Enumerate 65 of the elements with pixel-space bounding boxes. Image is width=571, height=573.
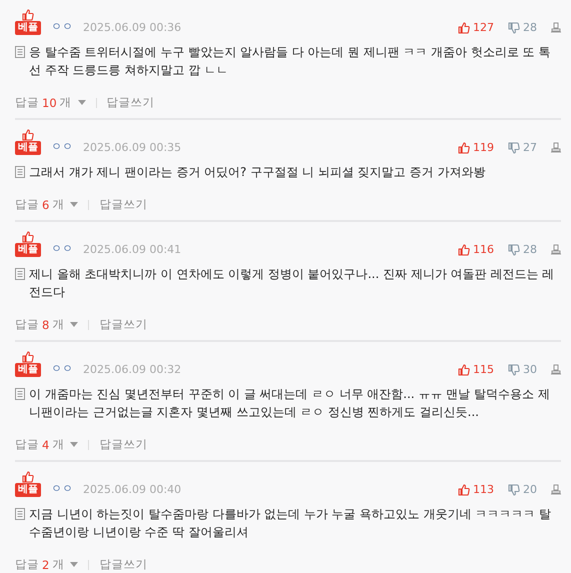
comment-date: 2025.06.09 00:40 (83, 483, 182, 496)
document-icon (15, 46, 25, 58)
dislike-button[interactable]: 28 (508, 21, 537, 34)
thumbs-down-icon (508, 22, 520, 34)
author-name[interactable]: ㅇㅇ (51, 361, 73, 376)
thumbs-up-icon (22, 351, 34, 363)
author-name[interactable]: ㅇㅇ (51, 139, 73, 154)
dislike-button[interactable]: 27 (508, 141, 537, 154)
thumbs-up-icon (458, 22, 470, 34)
document-icon (15, 268, 25, 280)
best-badge: 베플 (15, 21, 41, 35)
best-badge: 베플 (15, 363, 41, 377)
write-reply-button[interactable]: 답글쓰기 (99, 557, 148, 572)
like-button[interactable]: 127 (458, 21, 494, 34)
thumbs-up-icon (22, 471, 34, 483)
author-name[interactable]: ㅇㅇ (51, 241, 73, 256)
like-button[interactable]: 115 (458, 363, 494, 376)
write-reply-button[interactable]: 답글쓰기 (99, 197, 148, 212)
write-reply-button[interactable]: 답글쓰기 (99, 437, 148, 452)
comment-text: 제니 올해 초대박치니까 이 연차에도 이렇게 정병이 붙어있구나... 진짜 제니가 여돌판 레전드는 레전드다 (29, 266, 556, 301)
replies-toggle[interactable]: 답글 10 개 (15, 95, 86, 110)
like-button[interactable]: 113 (458, 483, 494, 496)
thumbs-down-icon (508, 484, 520, 496)
replies-toggle[interactable]: 답글 4 개 (15, 437, 78, 452)
write-reply-button[interactable]: 답글쓰기 (99, 317, 148, 332)
thumbs-up-icon (458, 484, 470, 496)
caret-icon (78, 100, 86, 105)
caret-icon (70, 322, 78, 327)
thumbs-up-icon (458, 142, 470, 154)
like-button[interactable]: 116 (458, 243, 494, 256)
dislike-button[interactable]: 20 (508, 483, 537, 496)
comment-date: 2025.06.09 00:32 (83, 363, 182, 376)
dislike-button[interactable]: 28 (508, 243, 537, 256)
like-button[interactable]: 119 (458, 141, 494, 154)
best-badge: 베플 (15, 243, 41, 257)
write-reply-button[interactable]: 답글쓰기 (106, 95, 155, 110)
author-name[interactable]: ㅇㅇ (51, 19, 73, 34)
comment-text: 지금 니년이 하는짓이 탈수줌마랑 다를바가 없는데 누가 누굴 욕하고있노 개웃기네 ㅋㅋㅋㅋㅋ 탈수줌년이랑 니년이랑 수준 딱 잘어울리셔 (29, 506, 552, 541)
caret-icon (70, 442, 78, 447)
comment-date: 2025.06.09 00:36 (83, 21, 182, 34)
thumbs-down-icon (508, 142, 520, 154)
author-name[interactable]: ㅇㅇ (51, 481, 73, 496)
thumbs-up-icon (22, 231, 34, 243)
caret-icon (70, 202, 78, 207)
document-icon (15, 166, 25, 178)
best-badge: 베플 (15, 141, 41, 155)
thumbs-down-icon (508, 364, 520, 376)
thumbs-up-icon (22, 9, 34, 21)
thumbs-up-icon (458, 244, 470, 256)
caret-icon (70, 562, 78, 567)
comment-date: 2025.06.09 00:35 (83, 141, 182, 154)
thumbs-down-icon (508, 244, 520, 256)
comment-text: 이 개줌마는 진심 몇년전부터 꾸준히 이 글 써대는데 ㄹㅇ 너무 애잔함... ㅠㅠ 맨날 탈덕수용소 제니팬이라는 근거없는글 지혼자 몇년째 쓰고있는데 ㄹㅇ 정신병 찐하게도 걸리신듯... (29, 386, 551, 421)
document-icon (15, 388, 25, 400)
comment-text: 응 탈수줌 트위터시절에 누구 빨았는지 알사람들 다 아는데 뭔 제니팬 ㅋㅋ 개줌아 헛소리로 또 톡선 주작 드릉드릉 쳐하지말고 깝 ㄴㄴ (29, 44, 552, 79)
comment-text: 그래서 걔가 제니 팬이라는 증거 어딨어? 구구절절 니 뇌피셜 짖지말고 증거 가져와봥 (29, 164, 486, 181)
comment-date: 2025.06.09 00:41 (83, 243, 182, 256)
best-badge: 베플 (15, 483, 41, 497)
thumbs-up-icon (458, 364, 470, 376)
document-icon (15, 508, 25, 520)
replies-toggle[interactable]: 답글 8 개 (15, 317, 78, 332)
replies-toggle[interactable]: 답글 6 개 (15, 197, 78, 212)
thumbs-up-icon (22, 129, 34, 141)
replies-toggle[interactable]: 답글 2 개 (15, 557, 78, 572)
dislike-button[interactable]: 30 (508, 363, 537, 376)
